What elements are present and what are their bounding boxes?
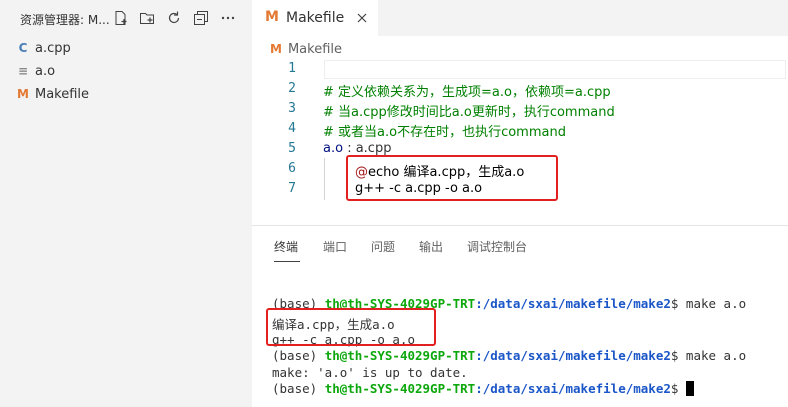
tab-label: Makefile (286, 10, 345, 26)
file-item-makefile[interactable]: M Makefile (0, 83, 252, 105)
tab-output[interactable]: 输出 (419, 238, 443, 255)
new-file-icon[interactable] (113, 10, 129, 26)
prompt-base: (base) (272, 381, 325, 396)
new-folder-icon[interactable] (139, 10, 155, 26)
make-dependency: : a.cpp (343, 141, 392, 156)
tab-terminal[interactable]: 终端 (274, 238, 298, 255)
close-icon[interactable] (354, 10, 370, 26)
make-target: a.o (323, 141, 344, 156)
collapse-icon[interactable] (193, 10, 209, 26)
refresh-icon[interactable] (166, 10, 182, 26)
file-label: Makefile (35, 86, 90, 102)
code-line-5[interactable]: a.o : a.cpp (323, 141, 391, 156)
more-icon[interactable] (220, 10, 236, 26)
command-text: $ (670, 381, 686, 396)
line-number: 7 (288, 181, 296, 196)
indent-guide (324, 158, 325, 200)
file-item-a-cpp[interactable]: C a.cpp (0, 37, 252, 59)
terminal-line-5[interactable]: make: 'a.o' is up to date. (272, 365, 468, 380)
code-line-2[interactable]: # 定义依赖关系为，生成项=a.o，依赖项=a.cpp (323, 81, 611, 100)
line-number: 4 (288, 121, 296, 136)
prompt-path: :/data/sxai/makefile/make2 (475, 381, 671, 396)
prompt-path: :/data/sxai/makefile/make2 (475, 348, 671, 363)
makefile-icon: M (265, 9, 279, 25)
command-text: $ make a.o (670, 296, 747, 311)
tab-ports[interactable]: 端口 (323, 238, 347, 255)
highlight-box-editor (346, 155, 558, 201)
breadcrumb-label: Makefile (287, 41, 342, 57)
terminal-cursor (685, 381, 694, 396)
editor-area: M Makefile M Makefile 1 2 3 4 5 6 7 # 定义… (252, 0, 788, 225)
tab-bar: M Makefile (252, 0, 788, 36)
line-number: 3 (288, 101, 296, 116)
current-line-highlight (324, 60, 786, 79)
explorer-sidebar: 资源管理器: M... C a.cpp ≡ a.o M Makefile (0, 0, 252, 407)
makefile-icon: M (270, 42, 282, 56)
command-text: $ make a.o (670, 348, 747, 363)
highlight-box-terminal (266, 308, 436, 346)
line-number: 5 (288, 141, 296, 156)
active-tab-indicator (274, 261, 300, 262)
tab-makefile[interactable]: M Makefile (252, 0, 378, 36)
prompt-user: th@th-SYS-4029GP-TRT (324, 381, 476, 396)
tab-problems[interactable]: 问题 (371, 238, 395, 255)
file-label: a.o (35, 63, 56, 79)
explorer-header: 资源管理器: M... (0, 0, 252, 36)
makefile-icon: M (17, 87, 29, 101)
file-item-a-o[interactable]: ≡ a.o (0, 60, 252, 82)
tab-debug-console[interactable]: 调试控制台 (467, 238, 527, 255)
terminal-line-6[interactable]: (base) th@th-SYS-4029GP-TRT:/data/sxai/m… (272, 381, 694, 396)
line-number: 2 (288, 81, 296, 96)
prompt-base: (base) (272, 348, 325, 363)
code-line-4[interactable]: # 或者当a.o不存在时，也执行command (323, 121, 566, 140)
bottom-panel: 终端 端口 问题 输出 调试控制台 (base) th@th-SYS-4029G… (252, 225, 788, 407)
explorer-title: 资源管理器: M... (20, 13, 110, 27)
file-label: a.cpp (35, 40, 71, 56)
cpp-file-icon: C (18, 41, 28, 55)
terminal-line-4[interactable]: (base) th@th-SYS-4029GP-TRT:/data/sxai/m… (272, 348, 746, 363)
line-number: 1 (288, 61, 296, 76)
prompt-user: th@th-SYS-4029GP-TRT (324, 348, 476, 363)
breadcrumb[interactable]: M Makefile (270, 40, 342, 58)
code-line-3[interactable]: # 当a.cpp修改时间比a.o更新时，执行command (323, 101, 615, 120)
line-number: 6 (288, 161, 296, 176)
prompt-path: :/data/sxai/makefile/make2 (475, 296, 671, 311)
generic-file-icon: ≡ (17, 64, 29, 78)
